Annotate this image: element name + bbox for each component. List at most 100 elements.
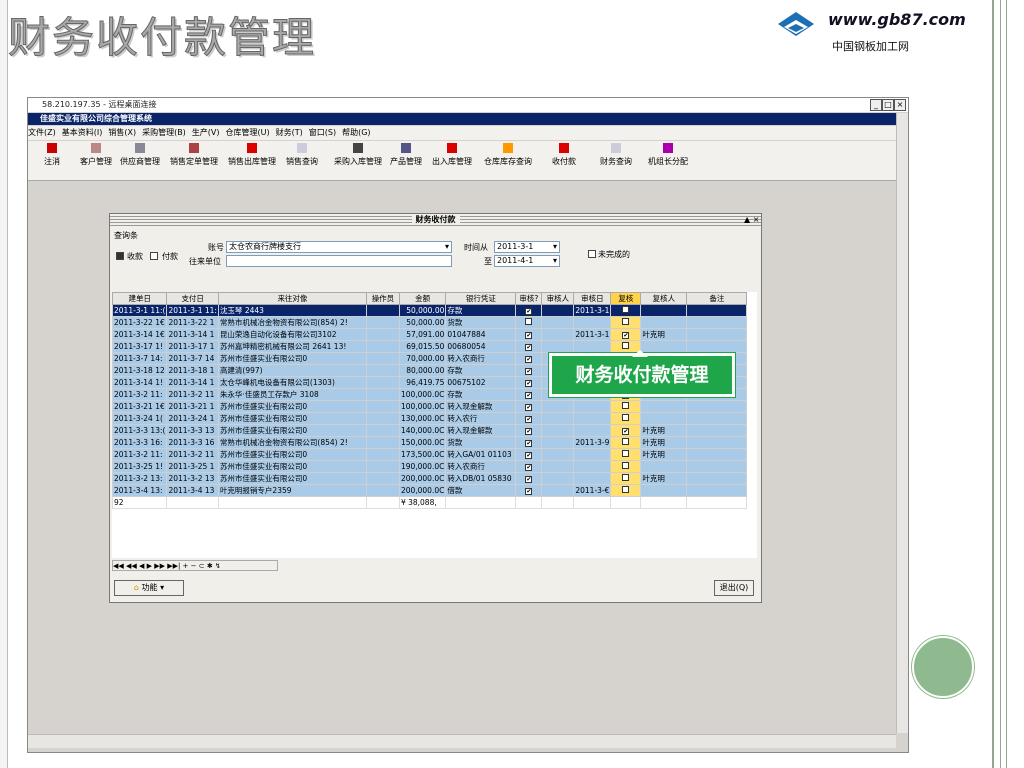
row-checkbox[interactable] (622, 437, 630, 445)
toolbar-button[interactable]: 出入库管理 (432, 143, 472, 167)
toolbar-button[interactable]: 仓库库存查询 (484, 143, 532, 167)
toolbar-button[interactable]: 销售出库管理 (228, 143, 276, 167)
row-checkbox[interactable]: ✔ (525, 475, 533, 483)
table-row[interactable]: 2011-3-3 16: 2011-3-3 16 常熟市机械冶金物资有限公司(854… (112, 436, 748, 449)
row-checkbox[interactable]: ✔ (525, 439, 533, 447)
menu-item[interactable]: 帮助(G) (342, 128, 370, 137)
record-navigator[interactable]: ◀◀ ◀◀ ◀ ▶ ▶▶ ▶▶| + − ⊂ ✱ ↯ (112, 560, 278, 571)
row-checkbox[interactable]: ✔ (525, 415, 533, 423)
table-row[interactable]: 2011-3-22 1€ 2011-3-22 1 常熟市机械冶金物资有限公司(854… (112, 316, 748, 329)
table-cell: 2011-3-3 16: (112, 436, 168, 449)
incomplete-checkbox[interactable] (588, 250, 596, 258)
row-checkbox[interactable] (525, 317, 533, 325)
column-header[interactable]: 复核人 (640, 292, 688, 305)
menu-item[interactable]: 文件(Z) (28, 128, 56, 137)
column-header[interactable]: 操作员 (365, 292, 400, 305)
dialog-close-icon[interactable]: ▲ × (744, 215, 759, 224)
menu-item[interactable]: 仓库管理(U) (226, 128, 270, 137)
table-row[interactable]: 2011-3-21 1€ 2011-3-21 1 苏州市佳盛实业有限公司0 100,0… (112, 400, 748, 413)
account-select[interactable]: 太仓农商行牌楼支行 ▾ (226, 241, 452, 253)
horizontal-scrollbar[interactable] (28, 734, 896, 748)
footer-cell (610, 496, 642, 509)
table-row[interactable]: 2011-3-24 1(2011-3-24 1 苏州市佳盛实业有限公司0 130,0… (112, 412, 748, 425)
row-checkbox[interactable] (622, 449, 630, 457)
pay-checkbox[interactable] (150, 252, 158, 260)
column-header[interactable]: 备注 (686, 292, 748, 305)
table-cell (610, 484, 642, 497)
table-cell: 2011-3-18 12 (112, 364, 168, 377)
column-header[interactable]: 建单日 (112, 292, 168, 305)
row-checkbox[interactable]: ✔ (525, 331, 533, 339)
row-checkbox[interactable]: ✔ (525, 427, 533, 435)
table-row[interactable]: 2011-3-17 1! 2011-3-17 1 苏州嘉坤精密机械有限公司 2641… (112, 340, 748, 353)
row-checkbox[interactable]: ✔ (622, 427, 630, 435)
row-checkbox[interactable] (622, 485, 630, 493)
column-header[interactable]: 审核? (515, 292, 543, 305)
menu-item[interactable]: 基本资料(I) (62, 128, 103, 137)
toolbar-label: 销售出库管理 (228, 157, 276, 166)
row-checkbox[interactable]: ✔ (525, 379, 533, 387)
toolbar-button[interactable]: 产品管理 (390, 143, 422, 167)
row-checkbox[interactable]: ✔ (525, 403, 533, 411)
menu-item[interactable]: 采购管理(B) (142, 128, 186, 137)
column-header[interactable]: 审核人 (541, 292, 575, 305)
minimize-button[interactable]: _ (870, 99, 882, 111)
table-row[interactable]: 2011-3-2 11: 2011-3-2 11 苏州市佳盛实业有限公司0 173,5… (112, 448, 748, 461)
column-header[interactable]: 银行凭证 (445, 292, 517, 305)
toolbar-button[interactable]: 客户管理 (80, 143, 112, 167)
row-checkbox[interactable]: ✔ (525, 463, 533, 471)
column-header[interactable]: 金额 (398, 292, 447, 305)
row-checkbox[interactable]: ✔ (525, 343, 533, 351)
row-checkbox[interactable]: ✔ (525, 355, 533, 363)
table-row[interactable]: 2011-3-14 1€ 2011-3-14 1 昆山荣逸自动化设备有限公司3102… (112, 328, 748, 341)
column-header[interactable]: 支付日 (166, 292, 219, 305)
menu-item[interactable]: 销售(X) (108, 128, 136, 137)
toolbar-icon (47, 143, 57, 153)
row-checkbox[interactable] (622, 341, 630, 349)
table-row[interactable]: 2011-3-1 11:(2011-3-1 11: 沈玉琴 2443 50,000.… (112, 304, 748, 317)
row-checkbox[interactable] (622, 473, 630, 481)
row-checkbox[interactable]: ✔ (525, 487, 533, 495)
toolbar-button[interactable]: 销售查询 (286, 143, 318, 167)
menu-item[interactable]: 生产(V) (192, 128, 220, 137)
row-checkbox[interactable] (622, 401, 630, 409)
row-checkbox[interactable]: ✔ (525, 367, 533, 375)
row-checkbox[interactable] (622, 317, 630, 325)
column-header[interactable]: 复核 (610, 292, 642, 305)
table-cell: 2011-3-4 13 (166, 484, 219, 497)
column-header[interactable]: 来往对像 (217, 292, 367, 305)
row-checkbox[interactable]: ✔ (525, 451, 533, 459)
toolbar-button[interactable]: 机组长分配 (648, 143, 688, 167)
row-checkbox[interactable] (622, 413, 630, 421)
vertical-scrollbar[interactable] (896, 113, 908, 733)
close-button[interactable]: × (894, 99, 906, 111)
receive-checkbox[interactable] (116, 252, 124, 260)
menu-item[interactable]: 窗口(S) (309, 128, 336, 137)
time-to-input[interactable]: 2011-4-1 ▾ (494, 255, 560, 267)
row-checkbox[interactable] (622, 461, 630, 469)
table-row[interactable]: 2011-3-2 13: 2011-3-2 13 苏州市佳盛实业有限公司0 200,0… (112, 472, 748, 485)
row-checkbox[interactable] (622, 305, 630, 313)
table-row[interactable]: 2011-3-3 13:(2011-3-3 13 苏州市佳盛实业有限公司0 140,… (112, 424, 748, 437)
row-checkbox[interactable]: ✔ (622, 331, 630, 339)
toolbar-button[interactable]: 销售定单管理 (170, 143, 218, 167)
toolbar-button[interactable]: 供应商管理 (120, 143, 160, 167)
row-checkbox[interactable]: ✔ (525, 307, 533, 315)
toolbar-button[interactable]: 注消 (44, 143, 60, 167)
toolbar-button[interactable]: 收付款 (552, 143, 576, 167)
time-from-input[interactable]: 2011-3-1 ▾ (494, 241, 560, 253)
function-button[interactable]: ⌂ 功能 ▾ (114, 580, 184, 596)
table-cell: 2011-3-14 1 (166, 376, 219, 389)
column-header[interactable]: 审核日 (573, 292, 612, 305)
menu-item[interactable]: 财务(T) (276, 128, 303, 137)
table-cell: ✔ (515, 376, 543, 389)
table-cell: 存款 (445, 304, 517, 317)
party-input[interactable] (226, 255, 452, 267)
exit-button[interactable]: 退出(Q) (714, 580, 754, 596)
table-row[interactable]: 2011-3-25 1! 2011-3-25 1 苏州市佳盛实业有限公司0 190,0… (112, 460, 748, 473)
maximize-button[interactable]: □ (882, 99, 894, 111)
toolbar-button[interactable]: 采购入库管理 (334, 143, 382, 167)
table-row[interactable]: 2011-3-4 13: 2011-3-4 13 叶克明报销专户2359 200,00… (112, 484, 748, 497)
row-checkbox[interactable]: ✔ (525, 391, 533, 399)
toolbar-button[interactable]: 财务查询 (600, 143, 632, 167)
